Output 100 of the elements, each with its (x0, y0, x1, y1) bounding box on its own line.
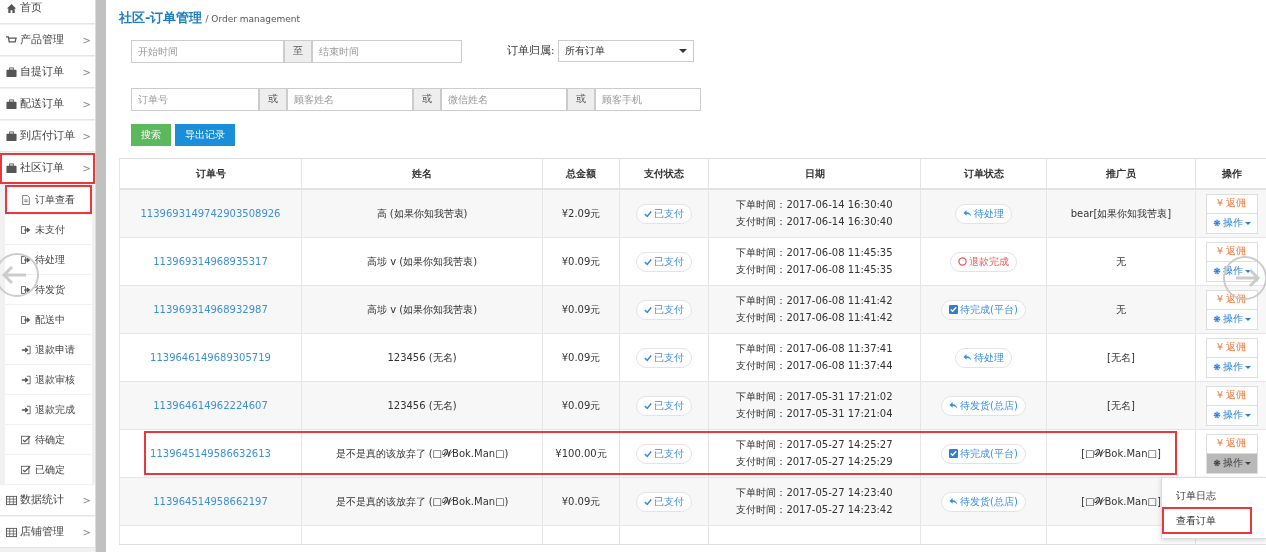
submenu-label: 退款完成 (35, 402, 75, 417)
caret-icon (1244, 221, 1251, 225)
chevron: > (82, 494, 91, 506)
customer-phone-field[interactable]: 顾客手机 (595, 87, 701, 111)
paid-badge: 已支付 (636, 395, 692, 416)
submenu-label: 未支付 (35, 222, 65, 237)
amount: ¥0.09元 (561, 351, 601, 363)
reply-icon (949, 497, 959, 506)
amount: ¥0.09元 (561, 303, 601, 315)
submenu-item[interactable]: 退款审核 (5, 365, 92, 394)
submenu-item[interactable]: 配送中 (5, 305, 92, 334)
submenu-item[interactable]: 退款完成 (5, 395, 92, 424)
submenu-item[interactable]: 订单查看 (5, 185, 92, 214)
sidebar-item[interactable]: 首页 (0, 0, 95, 24)
export-button[interactable]: 导出记录 (175, 124, 235, 146)
home-icon (6, 2, 17, 14)
sidebar-item[interactable]: 社区订单 > (0, 153, 95, 184)
submenu-label: 配送中 (35, 312, 65, 327)
submenu-label: 退款审核 (35, 372, 75, 387)
sidebar-label: 产品管理 (20, 33, 64, 47)
promoter-name: [无名] (1107, 399, 1135, 411)
sidebar-item[interactable]: 配送订单 > (0, 89, 95, 120)
paid-badge: 已支付 (636, 299, 692, 320)
owner-select[interactable]: 所有订单 (557, 40, 694, 62)
submenu-item[interactable]: 已确定 (5, 455, 92, 484)
caret-icon (1244, 365, 1251, 369)
caret-icon (678, 49, 687, 53)
pay-time: 支付时间：2017-06-08 11:37:44 (736, 359, 893, 373)
sidebar-item[interactable]: 店铺管理 > (0, 517, 95, 548)
customer-name: 123456 (无名) (387, 399, 457, 411)
gear-icon (1212, 363, 1221, 371)
submenu-item[interactable]: 待处理 (5, 245, 92, 274)
promoter-name: 无 (1116, 255, 1126, 267)
menu-item[interactable]: 查看订单 (1164, 509, 1250, 532)
promoter-name: [□𝓦Bok.Man□] (1081, 495, 1161, 507)
submenu-label: 退款申请 (35, 342, 75, 357)
wechat-name-field[interactable]: 微信姓名 (441, 87, 567, 111)
order-time: 下单时间：2017-05-27 14:25:27 (736, 438, 893, 452)
order-time: 下单时间：2017-05-31 17:21:02 (736, 390, 893, 404)
end-time-field[interactable]: 结束时间 (312, 39, 462, 63)
status-badge: 待处理 (955, 203, 1012, 224)
gear-icon (1212, 315, 1221, 323)
submenu-item[interactable]: 退款申请 (5, 335, 92, 364)
order-number-field[interactable]: 订单号 (131, 87, 259, 111)
sidebar-label: 到店付订单 (20, 129, 75, 143)
start-time-field[interactable]: 开始时间 (131, 39, 284, 63)
order-link[interactable]: 113969314968935317 (153, 256, 268, 267)
chevron: > (82, 34, 91, 46)
paid-badge: 已支付 (636, 443, 692, 464)
reply-icon (963, 353, 972, 362)
customer-name-field[interactable]: 顾客姓名 (287, 87, 413, 111)
submenu-item[interactable]: 待确定 (5, 425, 92, 454)
scrollbar[interactable] (95, 0, 106, 552)
gear-icon (1212, 459, 1221, 467)
page-title: 社区-订单管理 (119, 9, 203, 27)
pay-time: 支付时间：2017-06-14 16:30:40 (736, 215, 893, 229)
sidebar-item[interactable]: 数据统计 > (0, 485, 95, 516)
chevron: > (82, 162, 91, 174)
sidebar-item[interactable]: 产品管理 > (0, 25, 95, 56)
checkbox-icon (949, 449, 959, 458)
menu-item[interactable]: 订单日志 (1164, 484, 1250, 507)
promoter-name: [□𝓦Bok.Man□] (1081, 447, 1161, 459)
caret-icon (1244, 269, 1251, 273)
arrow-icon (21, 254, 31, 265)
gear-icon (1212, 267, 1221, 275)
paid-badge: 已支付 (636, 203, 692, 224)
check-icon (644, 257, 652, 266)
sidebar-label: 自提订单 (20, 65, 64, 79)
order-time: 下单时间：2017-06-08 11:41:42 (736, 294, 893, 308)
status-badge: 待完成(平台) (941, 299, 1026, 320)
gear-icon (1212, 219, 1221, 227)
order-link[interactable]: 1139645149586632613 (150, 448, 271, 459)
submenu-item[interactable]: 待发货 (5, 275, 92, 304)
check-icon (644, 497, 652, 506)
sidebar-item[interactable]: 到店付订单 > (0, 121, 95, 152)
sidebar-item[interactable]: 自提订单 > (0, 57, 95, 88)
owner-label: 订单归属: (507, 44, 555, 58)
status-badge: 待处理 (955, 347, 1012, 368)
submenu-label: 待确定 (35, 432, 65, 447)
caret-icon (1244, 413, 1251, 417)
actions-button[interactable]: 操作 (1206, 453, 1257, 473)
submenu-label: 订单查看 (35, 192, 75, 207)
submenu-item[interactable]: 未支付 (5, 215, 92, 244)
amount: ¥2.09元 (561, 207, 601, 219)
paid-badge: 已支付 (636, 251, 692, 272)
chevron: > (82, 130, 91, 142)
order-link[interactable]: 1139646149689305719 (150, 352, 271, 363)
sidebar-label: 店铺管理 (20, 525, 64, 539)
pay-time: 支付时间：2017-05-27 14:25:29 (736, 455, 893, 469)
arrow-icon (21, 404, 31, 415)
reply-icon (949, 401, 959, 410)
customer-name: 是不是真的该放弃了 (□𝓦Bok.Man□) (335, 495, 509, 507)
status-badge: 待完成(平台) (941, 443, 1026, 464)
status-badge: 待发货(总店) (941, 395, 1026, 416)
checkbox-icon (949, 305, 959, 314)
chevron: > (82, 98, 91, 110)
cart-icon (6, 34, 17, 46)
promoter-name: bear[如果你知我苦衷] (1070, 207, 1172, 219)
addon-label: 或 (413, 87, 441, 111)
sidebar-label: 社区订单 (20, 161, 64, 175)
